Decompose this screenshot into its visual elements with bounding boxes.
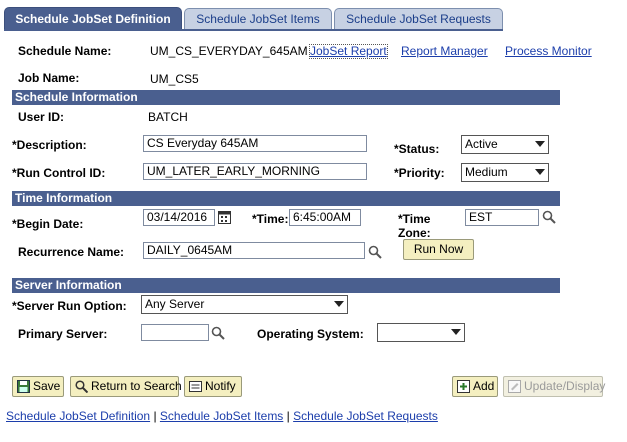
primary-server-input[interactable]: [141, 324, 209, 341]
chevron-down-icon: [535, 169, 545, 175]
server-run-option-select[interactable]: Any Server: [141, 295, 348, 314]
schedule-name-value: UM_CS_EVERYDAY_645AM: [150, 44, 308, 58]
process-monitor-link[interactable]: Process Monitor: [505, 44, 592, 58]
schedule-name-label: Schedule Name:: [18, 44, 112, 58]
save-button[interactable]: Save: [12, 376, 64, 397]
run-control-id-input[interactable]: UM_LATER_EARLY_MORNING: [143, 163, 367, 180]
job-name-value: UM_CS5: [150, 72, 199, 86]
search-icon[interactable]: [542, 210, 556, 224]
server-information-header: Server Information: [12, 278, 560, 293]
priority-label: *Priority:: [394, 166, 445, 180]
return-to-search-label: Return to Search: [91, 379, 182, 393]
tab-bar: Schedule JobSet Definition Schedule JobS…: [0, 0, 627, 31]
add-label: Add: [473, 379, 495, 393]
operating-system-label: Operating System:: [257, 327, 364, 341]
time-information-header: Time Information: [12, 191, 560, 206]
search-icon: [75, 380, 88, 393]
run-now-button[interactable]: Run Now: [403, 239, 474, 260]
calendar-icon[interactable]: [218, 211, 231, 224]
server-run-option-value: Any Server: [145, 297, 205, 311]
tab-schedule-jobset-requests[interactable]: Schedule JobSet Requests: [334, 8, 503, 29]
server-run-option-label: *Server Run Option:: [12, 299, 127, 313]
time-zone-input[interactable]: EST: [465, 209, 539, 226]
time-label: *Time:: [252, 212, 289, 226]
description-input[interactable]: CS Everyday 645AM: [143, 135, 367, 152]
notify-button[interactable]: Notify: [184, 376, 242, 397]
begin-date-input[interactable]: 03/14/2016: [143, 209, 215, 226]
return-to-search-button[interactable]: Return to Search: [70, 376, 182, 397]
update-display-icon: [508, 380, 521, 393]
notify-icon: [189, 381, 202, 392]
schedule-information-header: Schedule Information: [12, 90, 560, 105]
footer-separator: |: [286, 409, 290, 423]
job-name-label: Job Name:: [18, 71, 80, 85]
time-zone-label-line1: *Time: [398, 212, 431, 226]
footer-separator: |: [153, 409, 157, 423]
report-manager-link[interactable]: Report Manager: [401, 44, 488, 58]
tab-schedule-jobset-definition[interactable]: Schedule JobSet Definition: [4, 7, 182, 30]
primary-server-label: Primary Server:: [18, 327, 108, 341]
time-zone-label-line2: Zone:: [398, 226, 431, 240]
jobset-report-link[interactable]: JobSet Report: [309, 44, 388, 59]
search-icon[interactable]: [368, 245, 382, 259]
add-icon: [457, 380, 470, 393]
footer-link-schedule-jobset-requests[interactable]: Schedule JobSet Requests: [293, 409, 438, 423]
notify-label: Notify: [205, 379, 236, 393]
chevron-down-icon: [535, 141, 545, 147]
time-input[interactable]: 6:45:00AM: [289, 209, 361, 226]
begin-date-label: *Begin Date:: [12, 217, 84, 231]
save-label: Save: [33, 379, 61, 393]
priority-select[interactable]: Medium: [461, 163, 549, 182]
status-select[interactable]: Active: [461, 135, 549, 154]
add-button[interactable]: Add: [452, 376, 498, 397]
description-label: *Description:: [12, 138, 87, 152]
tab-underline: [4, 29, 503, 31]
recurrence-name-label: Recurrence Name:: [18, 245, 125, 259]
update-display-button[interactable]: Update/Display: [503, 376, 606, 397]
user-id-value: BATCH: [148, 110, 188, 124]
chevron-down-icon: [451, 329, 461, 335]
update-display-label: Update/Display: [524, 379, 606, 393]
recurrence-name-input[interactable]: DAILY_0645AM: [143, 242, 365, 259]
tab-schedule-jobset-items[interactable]: Schedule JobSet Items: [184, 8, 332, 29]
save-icon: [17, 380, 30, 393]
footer-link-schedule-jobset-definition[interactable]: Schedule JobSet Definition: [6, 409, 150, 423]
status-label: *Status:: [394, 142, 440, 156]
priority-value: Medium: [465, 165, 508, 179]
footer-link-schedule-jobset-items[interactable]: Schedule JobSet Items: [160, 409, 283, 423]
chevron-down-icon: [334, 301, 344, 307]
status-value: Active: [465, 137, 498, 151]
footer-links: Schedule JobSet Definition | Schedule Jo…: [6, 409, 438, 423]
user-id-label: User ID:: [18, 110, 65, 124]
search-icon[interactable]: [211, 326, 225, 340]
operating-system-select[interactable]: [377, 323, 465, 342]
run-control-id-label: *Run Control ID:: [12, 166, 106, 180]
